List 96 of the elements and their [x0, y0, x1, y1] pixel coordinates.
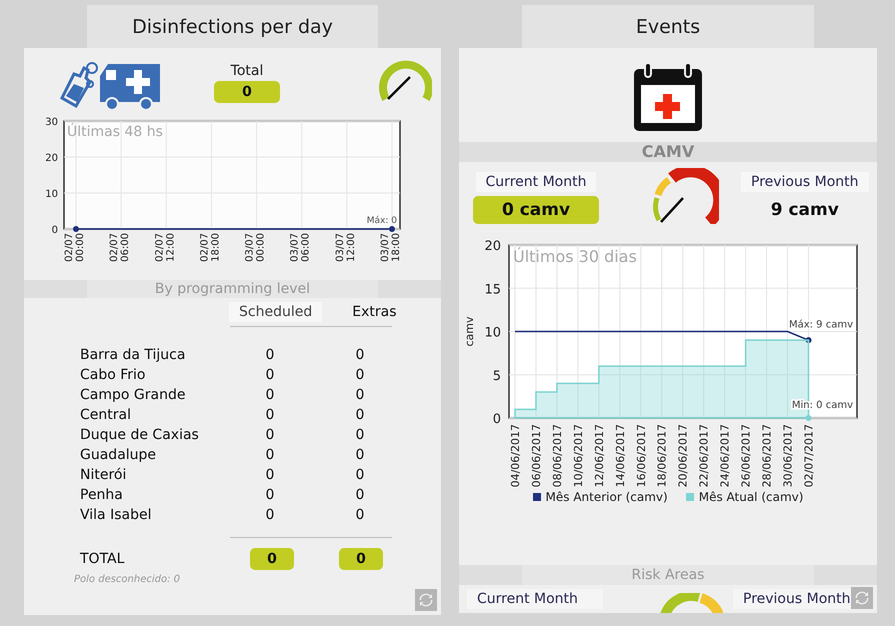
tick-label: 02/07 00:00 — [64, 233, 86, 262]
tick-label: 02/07 06:00 — [109, 233, 132, 262]
data-point — [73, 226, 79, 232]
legend-swatch — [686, 493, 694, 501]
data-point — [806, 337, 812, 344]
tick-label: 22/06/2017 — [698, 424, 711, 488]
tick-label: 03/07 12:00 — [334, 233, 357, 262]
tick-label: 24/06/2017 — [718, 424, 732, 488]
min-annotation: Min: 0 camv — [792, 400, 853, 411]
table-cell-text: 0 — [264, 467, 276, 483]
panel-title: Events — [522, 5, 814, 48]
total-row-label: TOTAL — [80, 551, 126, 567]
current-month-label: Current Month — [476, 172, 596, 192]
region-name: Barra da Tijuca — [80, 347, 186, 363]
tick-label: 20/06/2017 — [676, 424, 690, 488]
tick-label: 03/07 18:00 — [380, 233, 402, 262]
panel-title: Disinfections per day — [86, 5, 378, 48]
tick-label: 20 — [484, 240, 501, 254]
chart-title: Últimas 48 hs — [67, 124, 163, 140]
region-name: Duque de Caxias — [80, 427, 200, 443]
refresh-button[interactable] — [415, 589, 437, 611]
tick-label: 10/06/2017 — [572, 424, 585, 488]
tick-label: 04/06/2017 — [509, 424, 522, 488]
table-cell-text: 0 — [264, 407, 276, 423]
previous-month-value: 9 camv — [770, 199, 840, 222]
total-value: 0 — [250, 548, 294, 570]
section-title: Risk Areas — [522, 565, 814, 585]
region-name: Campo Grande — [80, 387, 186, 403]
tick-label: 0 — [52, 225, 58, 236]
table-cell-text: 0 — [264, 427, 276, 443]
gauge-icon — [659, 593, 723, 613]
region-name: Guadalupe — [80, 447, 158, 463]
section-title: By programming level — [86, 280, 378, 298]
table-cell-text: 0 — [264, 347, 276, 363]
tick-label: 16/06/2017 — [634, 424, 648, 488]
max-annotation: Máx: 0 — [366, 216, 397, 226]
tick-label: 02/07 12:00 — [154, 233, 176, 262]
axis-label: camv — [463, 316, 476, 346]
region-name: Vila Isabel — [80, 507, 152, 523]
region-name: Penha — [80, 487, 124, 503]
refresh-icon — [418, 592, 434, 608]
refresh-icon — [854, 590, 870, 606]
region-name: Niterói — [80, 467, 128, 483]
table-cell-text: 0 — [264, 507, 276, 523]
tick-label: 30 — [45, 117, 58, 128]
current-month-value: 0 camv — [473, 196, 599, 224]
tick-label: 5 — [492, 368, 501, 384]
data-point — [389, 226, 395, 232]
max-annotation: Máx: 9 camv — [788, 320, 853, 330]
region-name: Central — [80, 407, 132, 423]
tick-label: 12/06/2017 — [592, 424, 606, 488]
data-point — [806, 415, 812, 421]
tick-label: 08/06/2017 — [550, 424, 564, 488]
tick-label: 06/06/2017 — [530, 424, 543, 488]
table-cell-text: 0 — [354, 467, 366, 483]
legend-label: Mês Anterior (camv) — [546, 490, 668, 504]
tick-label: 18/06/2017 — [656, 424, 669, 488]
column-header: Scheduled — [229, 302, 322, 322]
tick-label: 03/07 00:00 — [244, 233, 267, 262]
chart-title: Últimos 30 dias — [513, 247, 637, 266]
table-cell-text: 0 — [354, 367, 366, 383]
table-cell-text: 0 — [264, 447, 276, 463]
region-name: Cabo Frio — [80, 367, 147, 383]
table-cell-text: 0 — [354, 407, 366, 423]
tick-label: 20 — [45, 153, 58, 164]
legend-swatch — [532, 493, 541, 501]
table-cell-text: 0 — [354, 447, 366, 463]
tick-label: 0 — [492, 412, 501, 427]
tick-label: 10 — [45, 189, 58, 200]
current-month-label: Current Month — [467, 589, 603, 609]
total-label: Total — [230, 62, 264, 81]
table-cell-text: 0 — [354, 487, 366, 503]
previous-month-label: Previous Month — [741, 172, 868, 192]
table-cell-text: 0 — [354, 427, 366, 443]
column-header: Extras — [351, 303, 398, 322]
total-value: 0 — [339, 548, 383, 570]
tick-label: 02/07/2017 — [802, 424, 816, 488]
table-cell-text: 0 — [264, 387, 276, 403]
table-cell-text: 0 — [354, 387, 366, 403]
tick-label: 14/06/2017 — [614, 424, 627, 488]
tick-label: 03/07 06:00 — [290, 233, 312, 262]
legend-label: Mês Atual (camv) — [698, 490, 804, 504]
refresh-button[interactable] — [851, 587, 873, 609]
tick-label: 28/06/2017 — [760, 424, 774, 488]
tick-label: 26/06/2017 — [740, 424, 753, 488]
tick-label: 02/07 18:00 — [199, 233, 222, 262]
total-value: 0 — [214, 81, 280, 103]
tick-label: 10 — [484, 326, 501, 340]
table-cell-text: 0 — [354, 347, 366, 363]
calendar-medical-icon — [632, 61, 704, 133]
footnote: Polo desconhecido: 0 — [73, 573, 182, 587]
table-cell-text: 0 — [264, 487, 276, 503]
table-cell-text: 0 — [354, 507, 366, 523]
table-cell-text: 0 — [264, 367, 276, 383]
tick-label: 30/06/2017 — [782, 424, 795, 488]
tick-label: 15 — [484, 282, 501, 298]
